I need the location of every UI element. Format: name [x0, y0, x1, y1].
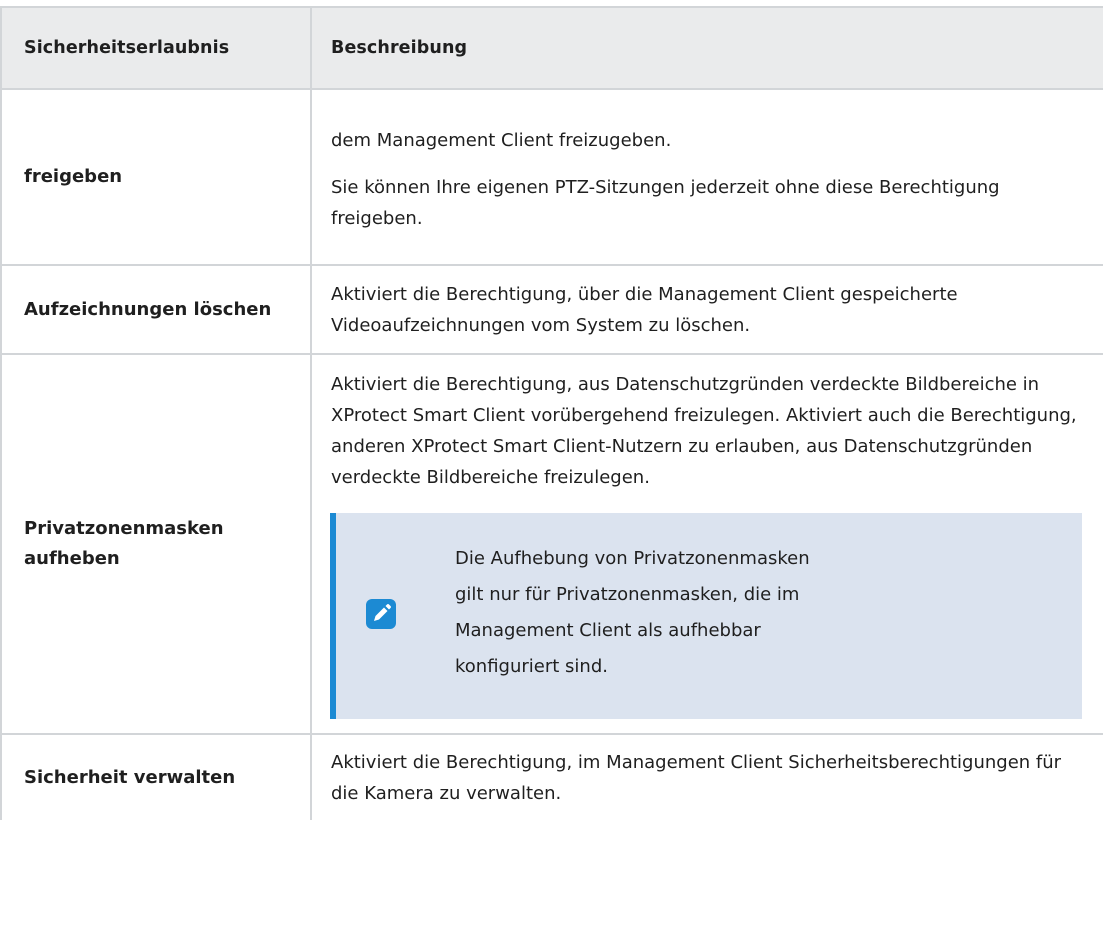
description-paragraph: Aktiviert die Berechtigung, aus Datensch…	[331, 374, 1077, 488]
permission-name: freigeben	[0, 88, 312, 266]
description-paragraph: Sie können Ihre eigenen PTZ-Sitzungen je…	[331, 176, 1000, 229]
permission-name: Aufzeichnungen löschen	[0, 264, 312, 355]
note-text: Die Aufhebung von Privatzonenmasken gilt…	[455, 548, 810, 677]
header-description: Beschreibung	[311, 6, 1103, 90]
permission-name: Privatzonenmasken aufheben	[0, 353, 312, 735]
description-paragraph: dem Management Client freizugeben.	[331, 129, 672, 151]
table-row: Sicherheit verwalten Aktiviert die Berec…	[0, 733, 1103, 820]
pencil-note-icon	[366, 599, 396, 629]
description-paragraph: Aktiviert die Berechtigung, im Managemen…	[331, 751, 1062, 804]
table-header-row: Sicherheitserlaubnis Beschreibung	[0, 6, 1103, 90]
table-row: Aufzeichnungen löschen Aktiviert die Ber…	[0, 264, 1103, 355]
permission-description: Aktiviert die Berechtigung, im Managemen…	[311, 733, 1103, 820]
permissions-table: Sicherheitserlaubnis Beschreibung freige…	[0, 6, 1103, 820]
permission-description: dem Management Client freizugeben. Sie k…	[311, 88, 1103, 266]
table-row: freigeben dem Management Client freizuge…	[0, 88, 1103, 266]
table-row: Privatzonenmasken aufheben Aktiviert die…	[0, 353, 1103, 735]
permission-description: Aktiviert die Berechtigung, über die Man…	[311, 264, 1103, 355]
note-callout: Die Aufhebung von Privatzonenmasken gilt…	[330, 513, 1082, 719]
permission-name: Sicherheit verwalten	[0, 733, 312, 820]
description-paragraph: Aktiviert die Berechtigung, über die Man…	[331, 283, 958, 336]
permission-description: Aktiviert die Berechtigung, aus Datensch…	[311, 353, 1103, 735]
header-permission: Sicherheitserlaubnis	[0, 6, 312, 90]
